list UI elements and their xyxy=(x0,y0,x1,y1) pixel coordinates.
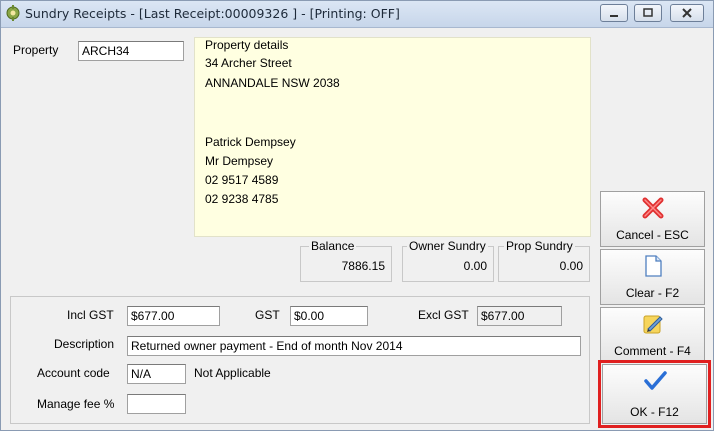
account-code-input[interactable]: N/A xyxy=(127,364,186,384)
minimize-icon xyxy=(610,15,618,17)
incl-gst-input[interactable]: $677.00 xyxy=(127,306,220,326)
owner-sundry-value: 0.00 xyxy=(463,259,487,273)
balance-group: Balance 7886.15 xyxy=(300,239,392,282)
prop-sundry-label: Prop Sundry xyxy=(504,239,575,253)
manage-fee-input[interactable] xyxy=(127,394,186,414)
app-icon xyxy=(6,5,20,21)
cancel-button-label: Cancel - ESC xyxy=(616,228,689,242)
clear-button-label: Clear - F2 xyxy=(625,286,680,300)
property-label: Property xyxy=(13,43,59,57)
account-code-description: Not Applicable xyxy=(194,366,271,380)
description-label: Description xyxy=(54,337,115,351)
sundry-receipts-window: Sundry Receipts - [Last Receipt:00009326… xyxy=(0,0,714,431)
property-details-legend: Property details xyxy=(205,38,289,52)
property-details-line: Mr Dempsey xyxy=(205,154,274,168)
close-icon xyxy=(682,8,692,18)
ok-button-highlight xyxy=(598,360,711,428)
balance-label: Balance xyxy=(309,239,357,253)
cancel-button[interactable]: Cancel - ESC xyxy=(600,191,705,247)
title-bar[interactable]: Sundry Receipts - [Last Receipt:00009326… xyxy=(1,1,713,28)
close-button[interactable] xyxy=(670,4,704,22)
property-input[interactable]: ARCH34 xyxy=(78,41,184,61)
description-input[interactable]: Returned owner payment - End of month No… xyxy=(127,336,581,356)
maximize-icon xyxy=(643,8,653,17)
prop-sundry-value: 0.00 xyxy=(559,259,583,273)
property-details-line: 02 9238 4785 xyxy=(205,192,279,206)
property-details-line: 02 9517 4589 xyxy=(205,173,279,187)
owner-sundry-group: Owner Sundry 0.00 xyxy=(402,239,494,282)
property-details-line: Patrick Dempsey xyxy=(205,135,296,149)
clear-button[interactable]: Clear - F2 xyxy=(600,249,705,305)
balance-value: 7886.15 xyxy=(341,259,385,273)
property-details-panel: Property details 34 Archer Street ANNAND… xyxy=(194,37,591,237)
comment-button[interactable]: Comment - F4 xyxy=(600,307,705,363)
excl-gst-label: Excl GST xyxy=(418,308,469,322)
excl-gst-field: $677.00 xyxy=(477,306,562,326)
window-title: Sundry Receipts - [Last Receipt:00009326… xyxy=(25,6,400,21)
owner-sundry-label: Owner Sundry xyxy=(407,239,488,253)
minimize-button[interactable] xyxy=(600,4,628,22)
account-code-label: Account code xyxy=(37,366,110,380)
gst-label: GST xyxy=(255,308,280,322)
blank-page-icon xyxy=(645,255,662,277)
gst-input[interactable]: $0.00 xyxy=(290,306,368,326)
manage-fee-label: Manage fee % xyxy=(37,397,115,411)
prop-sundry-group: Prop Sundry 0.00 xyxy=(498,239,590,282)
red-x-icon xyxy=(642,197,664,219)
property-details-line: ANNANDALE NSW 2038 xyxy=(205,76,340,90)
incl-gst-label: Incl GST xyxy=(67,308,114,322)
property-details-line: 34 Archer Street xyxy=(205,56,292,70)
comment-button-label: Comment - F4 xyxy=(614,344,691,358)
maximize-button[interactable] xyxy=(634,4,662,22)
pencil-note-icon xyxy=(643,315,663,334)
